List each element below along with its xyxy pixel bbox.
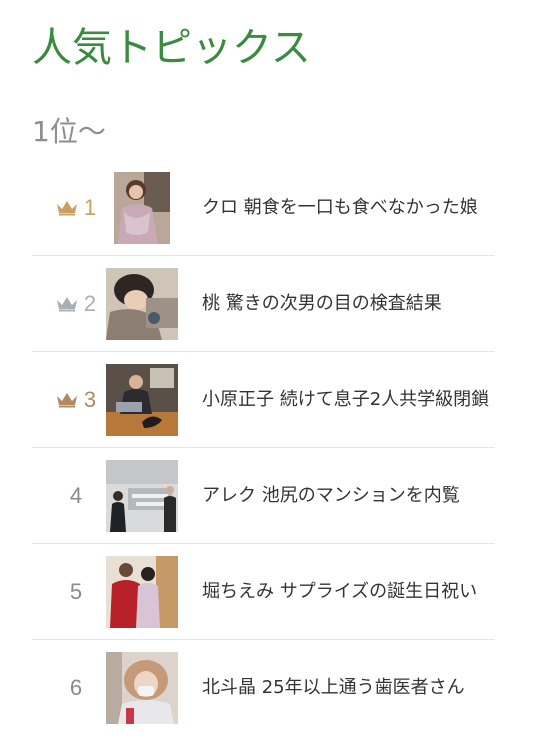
- rank-indicator: 3: [46, 387, 106, 413]
- topic-item[interactable]: 1 クロ 朝食を一口も食べなかった娘: [32, 160, 495, 256]
- thumbnail-image: [106, 459, 178, 532]
- topic-item[interactable]: 6 北斗晶 25年以上通う歯医者さん: [32, 640, 495, 736]
- page-title: 人気トピックス: [32, 25, 311, 71]
- topic-item[interactable]: 2 桃 驚きの次男の目の検査結果: [32, 256, 495, 352]
- bronze-crown-icon: [56, 392, 77, 407]
- topic-title-link[interactable]: 北斗晶 25年以上通う歯医者さん: [202, 674, 494, 702]
- thumbnail-image: [106, 267, 178, 340]
- topic-thumbnail[interactable]: [106, 459, 178, 532]
- topic-title-link[interactable]: 小原正子 続けて息子2人共学級閉鎖: [202, 386, 494, 414]
- topic-item[interactable]: 5 堀ちえみ サプライズの誕生日祝い: [32, 544, 495, 640]
- topic-thumbnail[interactable]: [106, 267, 178, 340]
- rank-indicator: 6: [46, 675, 106, 701]
- rank-number: 2: [83, 290, 97, 316]
- topic-title-link[interactable]: クロ 朝食を一口も食べなかった娘: [202, 194, 494, 222]
- rank-indicator: 5: [46, 579, 106, 605]
- topic-thumbnail[interactable]: [106, 652, 178, 724]
- rank-range-label: 1位〜: [32, 115, 106, 148]
- topic-title-link[interactable]: 堀ちえみ サプライズの誕生日祝い: [202, 578, 494, 606]
- thumbnail-image: [106, 555, 178, 628]
- rank-number: 3: [83, 386, 97, 412]
- silver-crown-icon: [56, 296, 77, 311]
- rank-indicator: 4: [46, 483, 106, 509]
- rank-indicator: 1: [46, 195, 106, 221]
- topic-ranking-list: 1 クロ 朝食を一口も食べなかった娘 2 桃 驚きの次男の目の検査結果 3 小原…: [32, 160, 495, 736]
- topic-item[interactable]: 3 小原正子 続けて息子2人共学級閉鎖: [32, 352, 495, 448]
- rank-number: 5: [69, 578, 83, 604]
- thumbnail-image: [114, 171, 170, 244]
- thumbnail-image: [106, 363, 178, 436]
- rank-number: 4: [69, 482, 83, 508]
- topic-thumbnail[interactable]: [106, 555, 178, 628]
- topic-thumbnail[interactable]: [114, 171, 170, 244]
- topic-thumbnail[interactable]: [106, 363, 178, 436]
- rank-indicator: 2: [46, 291, 106, 317]
- topic-item[interactable]: 4 アレク 池尻のマンションを内覧: [32, 448, 495, 544]
- gold-crown-icon: [56, 200, 77, 215]
- thumbnail-image: [106, 652, 178, 724]
- rank-number: 1: [83, 194, 97, 220]
- topic-title-link[interactable]: 桃 驚きの次男の目の検査結果: [202, 290, 494, 318]
- rank-number: 6: [69, 675, 83, 700]
- topic-title-link[interactable]: アレク 池尻のマンションを内覧: [202, 482, 494, 510]
